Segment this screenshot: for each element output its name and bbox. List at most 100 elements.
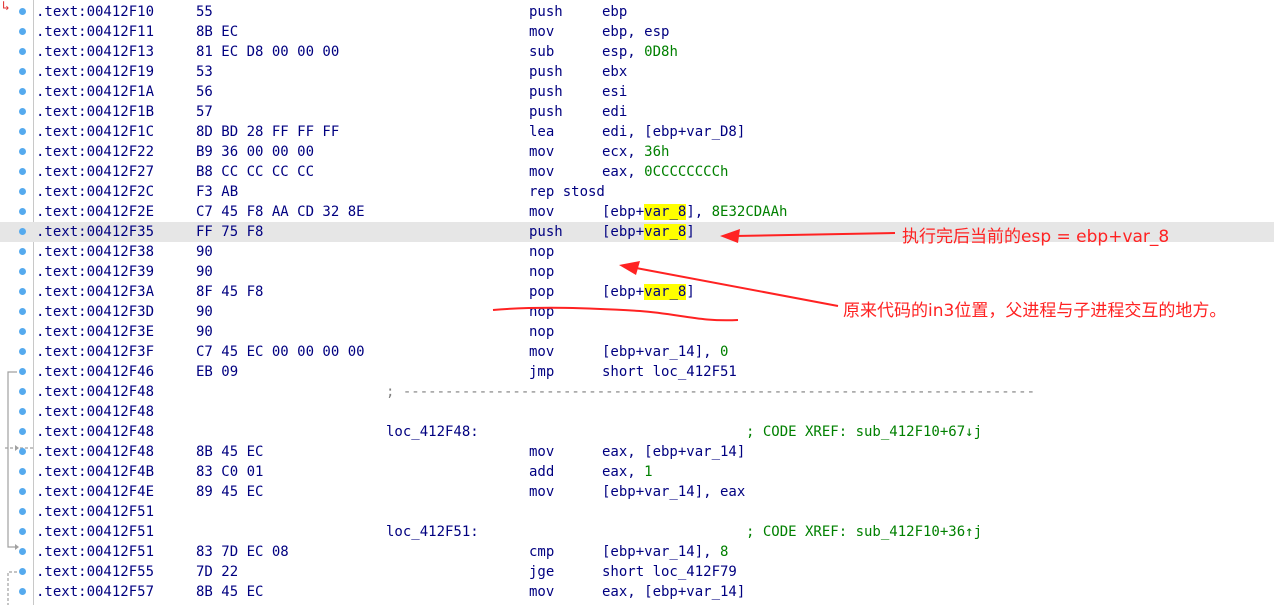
address[interactable]: .text:00412F48 [36,382,154,402]
breakpoint-dot-icon[interactable] [19,88,26,95]
address[interactable]: .text:00412F3D [36,302,154,322]
breakpoint-dot-icon[interactable] [19,328,26,335]
address[interactable]: .text:00412F55 [36,562,154,582]
breakpoint-dot-icon[interactable] [19,288,26,295]
breakpoint-dot-icon[interactable] [19,548,26,555]
listing-row[interactable]: .text:00412F13 81 EC D8 00 00 00 sub esp, 0… [0,42,1274,62]
listing-row[interactable]: .text:00412F3E 90 nop [0,322,1274,342]
operands[interactable]: esi [602,82,627,102]
address[interactable]: .text:00412F19 [36,62,154,82]
listing-row[interactable]: .text:00412F4E 89 45 EC mov [ebp+var_14], e… [0,482,1274,502]
address[interactable]: .text:00412F39 [36,262,154,282]
listing-row[interactable]: .text:00412F10 55 push ebp [0,2,1274,22]
operands[interactable]: [ebp+var_14], eax [602,482,745,502]
breakpoint-dot-icon[interactable] [19,588,26,595]
disassembly-view[interactable]: ↳ .text:00412F10 55 push ebp .text:00412F11 8… [0,0,1274,605]
breakpoint-dot-icon[interactable] [19,268,26,275]
address[interactable]: .text:00412F51 [36,542,154,562]
operands[interactable]: short loc_412F51 [602,362,737,382]
operands[interactable]: ecx, 36h [602,142,669,162]
listing-row[interactable]: .text:00412F19 53 push ebx [0,62,1274,82]
breakpoint-dot-icon[interactable] [19,428,26,435]
operands[interactable]: eax, [ebp+var_14] [602,442,745,462]
address[interactable]: .text:00412F3F [36,342,154,362]
address[interactable]: .text:00412F51 [36,502,154,522]
listing-row[interactable]: .text:00412F1C 8D BD 28 FF FF FF lea edi, [… [0,122,1274,142]
operands[interactable]: eax, 0CCCCCCCCh [602,162,728,182]
address[interactable]: .text:00412F4E [36,482,154,502]
breakpoint-dot-icon[interactable] [19,148,26,155]
breakpoint-dot-icon[interactable] [19,408,26,415]
listing-row[interactable]: .text:00412F51 83 7D EC 08 cmp [ebp+var_14]… [0,542,1274,562]
breakpoint-dot-icon[interactable] [19,528,26,535]
listing-row[interactable]: .text:00412F51 loc_412F51: ; CODE XREF: su… [0,522,1274,542]
operands[interactable]: [ebp+var_14], 8 [602,542,728,562]
breakpoint-dot-icon[interactable] [19,348,26,355]
operands[interactable]: esp, 0D8h [602,42,678,62]
address[interactable]: .text:00412F38 [36,242,154,262]
breakpoint-dot-icon[interactable] [19,128,26,135]
listing-row[interactable]: .text:00412F48 loc_412F48: ; CODE XREF: su… [0,422,1274,442]
address[interactable]: .text:00412F11 [36,22,154,42]
code-label[interactable]: loc_412F51: [386,522,479,542]
breakpoint-dot-icon[interactable] [19,8,26,15]
breakpoint-dot-icon[interactable] [19,28,26,35]
breakpoint-dot-icon[interactable] [19,568,26,575]
address[interactable]: .text:00412F35 [36,222,154,242]
breakpoint-dot-icon[interactable] [19,248,26,255]
breakpoint-dot-icon[interactable] [19,488,26,495]
breakpoint-dot-icon[interactable] [19,308,26,315]
operands[interactable]: [ebp+var_8], 8E32CDAAh [602,202,787,222]
listing-row[interactable]: .text:00412F1B 57 push edi [0,102,1274,122]
address[interactable]: .text:00412F22 [36,142,154,162]
xref-comment[interactable]: ; CODE XREF: sub_412F10+36↑j [746,522,982,542]
address[interactable]: .text:00412F1B [36,102,154,122]
address[interactable]: .text:00412F48 [36,402,154,422]
operands[interactable]: short loc_412F79 [602,562,737,582]
address[interactable]: .text:00412F3A [36,282,154,302]
listing-row[interactable]: .text:00412F55 7D 22 jge short loc_412F79 [0,562,1274,582]
breakpoint-dot-icon[interactable] [19,208,26,215]
listing-row[interactable]: .text:00412F48 [0,402,1274,422]
listing-row[interactable]: .text:00412F27 B8 CC CC CC CC mov eax, 0CCC… [0,162,1274,182]
breakpoint-dot-icon[interactable] [19,48,26,55]
listing-row[interactable]: .text:00412F57 8B 45 EC mov eax, [ebp+var_1… [0,582,1274,602]
listing-row[interactable]: .text:00412F46 EB 09 jmp short loc_412F51 [0,362,1274,382]
operands[interactable]: eax, 1 [602,462,653,482]
address[interactable]: .text:00412F48 [36,442,154,462]
listing-row[interactable]: .text:00412F11 8B EC mov ebp, esp [0,22,1274,42]
breakpoint-dot-icon[interactable] [19,368,26,375]
code-label[interactable]: loc_412F48: [386,422,479,442]
breakpoint-dot-icon[interactable] [19,108,26,115]
operands[interactable]: edi [602,102,627,122]
operands[interactable]: [ebp+var_8] [602,222,695,242]
breakpoint-dot-icon[interactable] [19,508,26,515]
address[interactable]: .text:00412F57 [36,582,154,602]
xref-comment[interactable]: ; CODE XREF: sub_412F10+67↓j [746,422,982,442]
breakpoint-dot-icon[interactable] [19,188,26,195]
address[interactable]: .text:00412F46 [36,362,154,382]
listing-row[interactable]: .text:00412F2C F3 AB rep stosd [0,182,1274,202]
breakpoint-dot-icon[interactable] [19,68,26,75]
listing-row[interactable]: .text:00412F39 90 nop [0,262,1274,282]
operands[interactable]: eax, [ebp+var_14] [602,582,745,602]
address[interactable]: .text:00412F27 [36,162,154,182]
breakpoint-dot-icon[interactable] [19,168,26,175]
listing-row[interactable]: .text:00412F22 B9 36 00 00 00 mov ecx, 36h [0,142,1274,162]
operands[interactable]: edi, [ebp+var_D8] [602,122,745,142]
operands[interactable]: ebp, esp [602,22,669,42]
address[interactable]: .text:00412F10 [36,2,154,22]
listing-row[interactable]: .text:00412F48 8B 45 EC mov eax, [ebp+var_1… [0,442,1274,462]
listing-row[interactable]: .text:00412F51 [0,502,1274,522]
address[interactable]: .text:00412F51 [36,522,154,542]
listing-row[interactable]: .text:00412F2E C7 45 F8 AA CD 32 8E mov [eb… [0,202,1274,222]
address[interactable]: .text:00412F2E [36,202,154,222]
operands[interactable]: [ebp+var_8] [602,282,695,302]
operands[interactable]: [ebp+var_14], 0 [602,342,728,362]
breakpoint-dot-icon[interactable] [19,388,26,395]
listing-row[interactable]: .text:00412F48 ; ------------------------… [0,382,1274,402]
breakpoint-dot-icon[interactable] [19,228,26,235]
address[interactable]: .text:00412F1A [36,82,154,102]
address[interactable]: .text:00412F2C [36,182,154,202]
operands[interactable]: ebp [602,2,627,22]
